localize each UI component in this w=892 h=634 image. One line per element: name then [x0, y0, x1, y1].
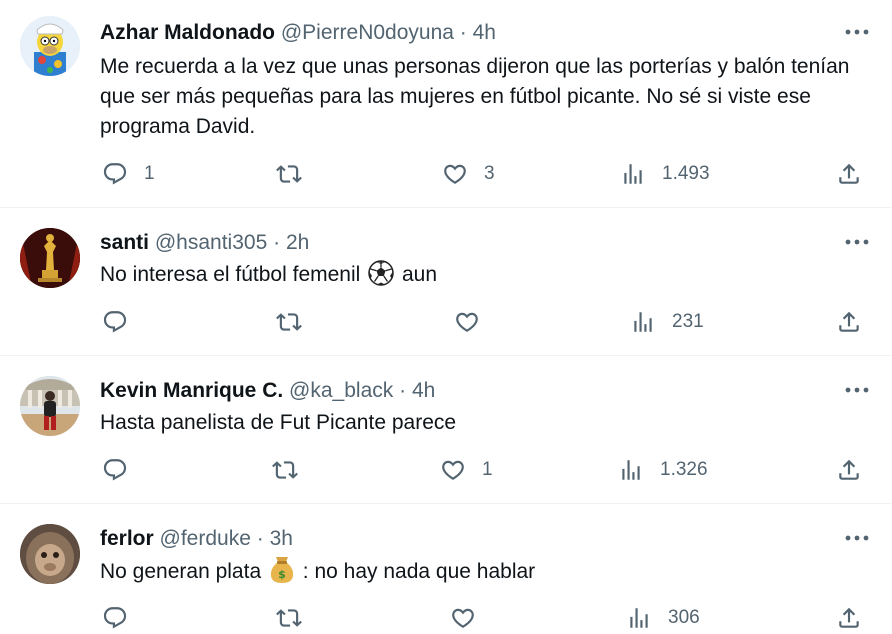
share-icon — [839, 311, 859, 332]
reply-tweet[interactable]: ferlor @ferduke · 3h No generan plata $ … — [0, 504, 892, 634]
tweet-text: No generan plata $ : no hay nada que hab… — [100, 556, 862, 587]
avatar[interactable] — [20, 524, 80, 584]
share-button[interactable] — [836, 307, 862, 337]
reply-button[interactable] — [102, 603, 128, 633]
like-button[interactable] — [454, 307, 480, 337]
handle[interactable]: @hsanti305 — [155, 231, 267, 254]
tweet-text: No interesa el fútbol femenil aun — [100, 260, 862, 290]
timestamp[interactable]: 4h — [412, 379, 435, 402]
separator: · — [399, 379, 407, 402]
avatar[interactable] — [20, 228, 80, 288]
like-button[interactable]: 3 — [442, 159, 495, 189]
share-icon — [839, 459, 859, 480]
like-button[interactable] — [450, 603, 476, 633]
timestamp[interactable]: 4h — [473, 21, 496, 44]
retweet-icon — [276, 165, 302, 183]
tweet-header: Kevin Manrique C. @ka_black · 4h — [100, 380, 435, 401]
views-button[interactable]: 306 — [626, 603, 700, 633]
reply-button[interactable] — [102, 307, 128, 337]
views-button[interactable]: 231 — [630, 307, 704, 337]
separator: · — [256, 527, 264, 550]
handle[interactable]: @PierreN0doyuna — [281, 21, 454, 44]
retweet-icon — [272, 461, 298, 479]
more-icon[interactable] — [844, 238, 870, 246]
display-name[interactable]: Azhar Maldonado — [100, 21, 275, 44]
money-bag-icon: $ — [269, 556, 295, 584]
retweet-button[interactable] — [276, 159, 302, 189]
handle[interactable]: @ka_black — [289, 379, 393, 402]
retweet-button[interactable] — [276, 603, 302, 633]
more-icon[interactable] — [844, 386, 870, 394]
svg-text:$: $ — [278, 568, 286, 581]
share-button[interactable] — [836, 455, 862, 485]
display-name[interactable]: santi — [100, 231, 149, 254]
view-count: 1.326 — [660, 459, 708, 480]
retweet-icon — [276, 313, 302, 331]
view-count: 306 — [668, 607, 700, 628]
tweet-actions: 306 — [100, 603, 870, 633]
more-icon[interactable] — [844, 534, 870, 542]
separator: · — [459, 21, 467, 44]
reply-icon — [103, 607, 127, 629]
share-icon — [839, 163, 859, 184]
timestamp[interactable]: 3h — [270, 527, 293, 550]
reply-tweet[interactable]: santi @hsanti305 · 2h No interesa el fút… — [0, 208, 892, 356]
text-segment: : no hay nada que hablar — [296, 560, 536, 583]
reply-button[interactable]: 1 — [102, 159, 155, 189]
separator: · — [273, 231, 281, 254]
reply-tweet[interactable]: Kevin Manrique C. @ka_black · 4h Hasta p… — [0, 356, 892, 504]
view-count: 231 — [672, 311, 704, 332]
timestamp[interactable]: 2h — [286, 231, 309, 254]
view-count: 1.493 — [662, 163, 710, 184]
tweet-header: santi @hsanti305 · 2h — [100, 232, 309, 253]
reply-tweet[interactable]: Azhar Maldonado @PierreN0doyuna · 4h Me … — [0, 0, 892, 208]
retweet-button[interactable] — [272, 455, 298, 485]
retweet-icon — [276, 609, 302, 627]
heart-icon — [456, 312, 478, 332]
tweet-text: Me recuerda a la vez que unas personas d… — [100, 55, 850, 138]
reply-icon — [103, 311, 127, 333]
share-button[interactable] — [836, 159, 862, 189]
reply-count: 1 — [144, 163, 155, 184]
avatar[interactable] — [20, 16, 80, 76]
views-icon — [634, 312, 652, 332]
share-button[interactable] — [836, 603, 862, 633]
display-name[interactable]: ferlor — [100, 527, 154, 550]
heart-icon — [442, 460, 464, 480]
soccer-ball-icon — [368, 260, 394, 286]
like-button[interactable]: 1 — [440, 455, 493, 485]
share-icon — [839, 607, 859, 628]
reply-icon — [103, 459, 127, 481]
views-button[interactable]: 1.326 — [618, 455, 708, 485]
text-segment: aun — [396, 263, 438, 286]
tweet-actions: 1 1.326 — [100, 455, 870, 485]
tweet-header: Azhar Maldonado @PierreN0doyuna · 4h — [100, 22, 496, 43]
more-icon[interactable] — [844, 28, 870, 36]
display-name[interactable]: Kevin Manrique C. — [100, 379, 283, 402]
retweet-button[interactable] — [276, 307, 302, 337]
tweet-actions: 1 3 1.493 — [100, 159, 870, 189]
views-icon — [630, 608, 648, 628]
text-segment: No interesa el fútbol femenil — [100, 263, 367, 286]
tweet-text: Hasta panelista de Fut Picante parece — [100, 411, 457, 434]
reply-button[interactable] — [102, 455, 128, 485]
avatar[interactable] — [20, 376, 80, 436]
tweet-header: ferlor @ferduke · 3h — [100, 528, 293, 549]
tweet-actions: 231 — [100, 307, 870, 337]
views-icon — [624, 164, 642, 184]
views-button[interactable]: 1.493 — [620, 159, 710, 189]
like-count: 1 — [482, 459, 493, 480]
views-icon — [622, 460, 640, 480]
heart-icon — [452, 608, 474, 628]
handle[interactable]: @ferduke — [160, 527, 251, 550]
reply-icon — [103, 163, 127, 185]
text-segment: No generan plata — [100, 560, 267, 583]
like-count: 3 — [484, 163, 495, 184]
heart-icon — [444, 164, 466, 184]
